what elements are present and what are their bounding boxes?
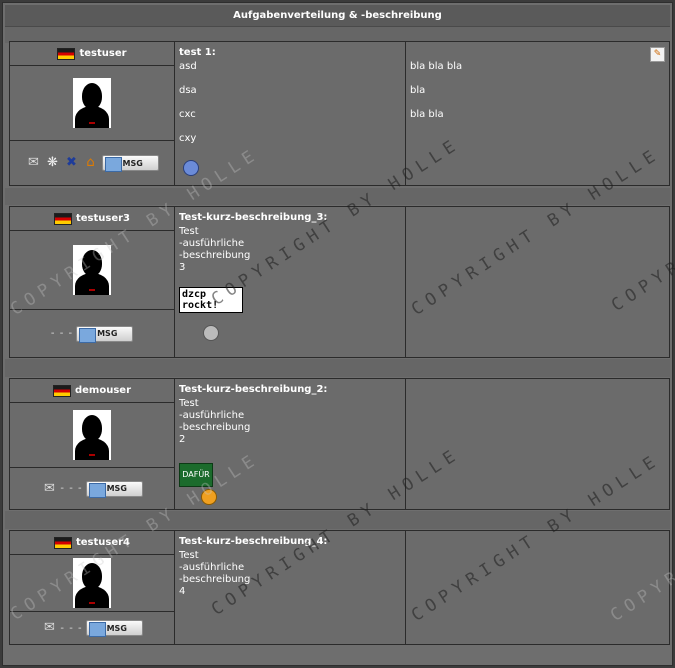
mail-icon[interactable]: ✉ <box>41 621 57 635</box>
smiley-icon <box>183 160 199 176</box>
flag-de-icon <box>53 536 72 549</box>
notes-column <box>406 379 669 509</box>
user-column: demouser ✉ - - - MSG <box>10 379 175 509</box>
tasks-panel: Aufgabenverteilung & -beschreibung testu… <box>2 2 675 666</box>
message-button[interactable]: MSG <box>101 155 159 172</box>
mail-icon[interactable]: ✉ <box>26 156 42 170</box>
username-row: testuser <box>10 42 174 66</box>
edit-icon[interactable]: ✎ <box>650 47 665 62</box>
username-link[interactable]: testuser <box>79 48 126 59</box>
smiley-icon <box>203 325 219 341</box>
username-link[interactable]: testuser3 <box>76 213 130 224</box>
task-title: Test-kurz-beschreibung_2: <box>179 384 328 395</box>
message-icon <box>104 157 122 172</box>
username-row: testuser3 <box>10 207 174 231</box>
dzcp-sign-smiley: dzcp rockt! <box>179 287 243 313</box>
notes-column <box>406 531 669 644</box>
avatar-cell <box>10 66 174 141</box>
no-contact-dashes: - - - <box>50 328 74 339</box>
message-button[interactable]: MSG <box>85 480 143 498</box>
mail-icon[interactable]: ✉ <box>41 481 57 496</box>
flag-de-icon <box>52 384 71 397</box>
notes-column: ✎ bla bla bla bla bla bla <box>406 42 669 185</box>
avatar[interactable] <box>73 78 111 128</box>
no-contact-dashes: - - - <box>60 483 83 494</box>
task-title: Test-kurz-beschreibung_3: <box>179 212 328 223</box>
task-entry: testuser4 ✉ - - - MSG Test-kurz-beschrei… <box>9 530 670 645</box>
dafur-sign-smiley: DAFÜR <box>179 463 213 487</box>
flag-de-icon <box>57 47 76 60</box>
task-notes: bla bla bla bla bla bla <box>410 61 463 120</box>
task-title: test 1: <box>179 47 216 58</box>
description-column: test 1: asd dsa cxc cxy <box>175 42 406 185</box>
description-column: Test-kurz-beschreibung_2: Test -ausführl… <box>175 379 406 509</box>
task-title: Test-kurz-beschreibung_4: <box>179 536 328 547</box>
avatar-cell <box>10 555 174 612</box>
user-column: testuser ✉ ❋ ✖ ⌂ MSG <box>10 42 175 185</box>
message-button[interactable]: MSG <box>85 620 143 637</box>
notes-column <box>406 207 669 357</box>
separator <box>5 511 670 529</box>
task-description: Test -ausführliche -beschreibung 2 <box>179 398 251 445</box>
xfire-icon[interactable]: ✖ <box>64 156 80 170</box>
task-entry: testuser3 - - - MSG Test-kurz-beschreibu… <box>9 206 670 358</box>
user-actions: ✉ - - - MSG <box>10 468 174 509</box>
message-icon <box>88 622 106 637</box>
task-description: Test -ausführliche -beschreibung 3 <box>179 226 251 273</box>
user-column: testuser3 - - - MSG <box>10 207 175 357</box>
home-icon[interactable]: ⌂ <box>83 156 99 170</box>
task-entry: demouser ✉ - - - MSG Test-kurz-beschreib… <box>9 378 670 510</box>
no-contact-dashes: - - - <box>60 622 83 634</box>
description-column: Test-kurz-beschreibung_4: Test -ausführl… <box>175 531 406 644</box>
message-icon <box>79 327 97 343</box>
task-description: Test -ausführliche -beschreibung 4 <box>179 550 251 597</box>
page-title: Aufgabenverteilung & -beschreibung <box>5 5 670 27</box>
separator <box>5 359 670 377</box>
message-button[interactable]: MSG <box>76 325 134 343</box>
message-icon <box>88 482 106 498</box>
username-row: testuser4 <box>10 531 174 555</box>
avatar-cell <box>10 231 174 310</box>
user-column: testuser4 ✉ - - - MSG <box>10 531 175 644</box>
avatar[interactable] <box>73 410 111 460</box>
task-entry: testuser ✉ ❋ ✖ ⌂ MSG test 1: asd dsa cxc… <box>9 41 670 186</box>
user-actions: - - - MSG <box>10 310 174 357</box>
separator <box>5 188 670 205</box>
avatar-cell <box>10 403 174 468</box>
user-actions: ✉ ❋ ✖ ⌂ MSG <box>10 141 174 185</box>
description-column: Test-kurz-beschreibung_3: Test -ausführl… <box>175 207 406 357</box>
avatar[interactable] <box>73 245 111 295</box>
icq-icon[interactable]: ❋ <box>45 156 61 170</box>
username-link[interactable]: demouser <box>75 385 131 396</box>
user-actions: ✉ - - - MSG <box>10 612 174 644</box>
username-link[interactable]: testuser4 <box>76 537 130 548</box>
task-description: asd dsa cxc cxy <box>179 61 197 144</box>
smiley-icon <box>201 489 217 505</box>
avatar[interactable] <box>73 558 111 608</box>
flag-de-icon <box>53 212 72 225</box>
username-row: demouser <box>10 379 174 403</box>
